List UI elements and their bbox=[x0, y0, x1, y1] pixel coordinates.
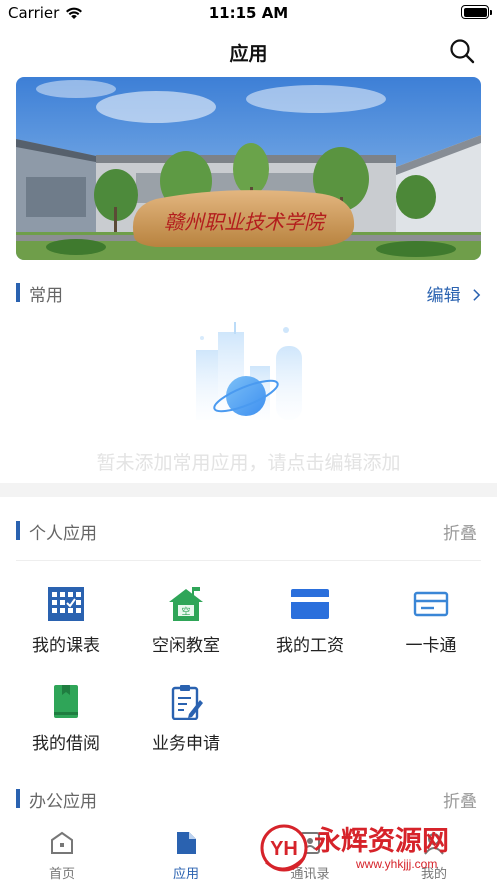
campus-banner-image[interactable]: 赣州职业技术学院 bbox=[16, 77, 481, 260]
book-icon bbox=[54, 685, 78, 718]
office-collapse-button[interactable]: 折叠 bbox=[443, 787, 477, 812]
app-campus-card[interactable]: 一卡通 bbox=[369, 586, 493, 666]
watermark-brand: 永辉资源网 bbox=[313, 826, 449, 857]
tab-home-label: 首页 bbox=[48, 867, 75, 882]
section-accent-bar bbox=[16, 521, 20, 540]
status-bar: Carrier 11:15 AM bbox=[0, 0, 497, 26]
battery-icon bbox=[461, 5, 492, 19]
watermark-badge: YH bbox=[270, 838, 298, 860]
page-title: 应用 bbox=[229, 43, 268, 65]
home-icon bbox=[51, 831, 73, 854]
app-label: 我的工资 bbox=[276, 636, 344, 656]
card-icon bbox=[413, 591, 449, 617]
application-form-icon bbox=[171, 685, 203, 720]
nav-bar: 应用 bbox=[0, 26, 497, 76]
personal-section-header: 个人应用 折叠 bbox=[0, 515, 497, 545]
app-label: 业务申请 bbox=[152, 734, 220, 754]
apps-document-icon bbox=[177, 832, 196, 854]
app-free-classroom[interactable]: 空 空闲教室 bbox=[124, 586, 248, 666]
watermark-logo: YH 永辉资源网 www.yhkjjj.com bbox=[260, 824, 449, 872]
campus-sign-text: 赣州职业技术学院 bbox=[164, 210, 327, 234]
app-label: 一卡通 bbox=[405, 636, 457, 656]
salary-card-icon bbox=[291, 589, 329, 619]
chevron-right-icon bbox=[473, 289, 481, 301]
edit-button[interactable]: 编辑 bbox=[427, 281, 481, 306]
app-business-application[interactable]: 业务申请 bbox=[124, 684, 248, 764]
section-accent-bar bbox=[16, 789, 20, 808]
app-label: 空闲教室 bbox=[152, 636, 220, 656]
section-divider bbox=[16, 560, 481, 561]
office-section-header: 办公应用 折叠 bbox=[0, 783, 497, 813]
common-section-title: 常用 bbox=[29, 286, 63, 306]
section-accent-bar bbox=[16, 283, 20, 302]
personal-collapse-button[interactable]: 折叠 bbox=[443, 519, 477, 544]
app-label: 我的借阅 bbox=[32, 734, 100, 754]
personal-section-title: 个人应用 bbox=[29, 524, 97, 544]
status-time: 11:15 AM bbox=[208, 4, 289, 22]
calendar-icon bbox=[48, 587, 84, 621]
watermark-url: www.yhkjjj.com bbox=[355, 857, 437, 871]
classroom-badge: 空 bbox=[181, 606, 190, 618]
classroom-icon: 空 bbox=[169, 587, 203, 621]
tab-home[interactable]: 首页 bbox=[0, 826, 124, 883]
tab-apps-label: 应用 bbox=[172, 867, 199, 882]
search-icon[interactable] bbox=[449, 38, 475, 64]
empty-state-text: 暂未添加常用应用，请点击编辑添加 bbox=[96, 452, 401, 474]
edit-button-label: 编辑 bbox=[426, 286, 461, 306]
empty-state-illustration bbox=[196, 322, 302, 420]
tab-apps[interactable]: 应用 bbox=[124, 826, 248, 883]
app-label: 我的课表 bbox=[32, 636, 100, 656]
common-section-header: 常用 编辑 bbox=[0, 277, 497, 307]
app-my-salary[interactable]: 我的工资 bbox=[248, 586, 372, 666]
section-gap bbox=[0, 483, 497, 497]
app-my-borrowing[interactable]: 我的借阅 bbox=[4, 684, 128, 764]
app-my-schedule[interactable]: 我的课表 bbox=[4, 586, 128, 666]
office-section-title: 办公应用 bbox=[29, 792, 97, 812]
